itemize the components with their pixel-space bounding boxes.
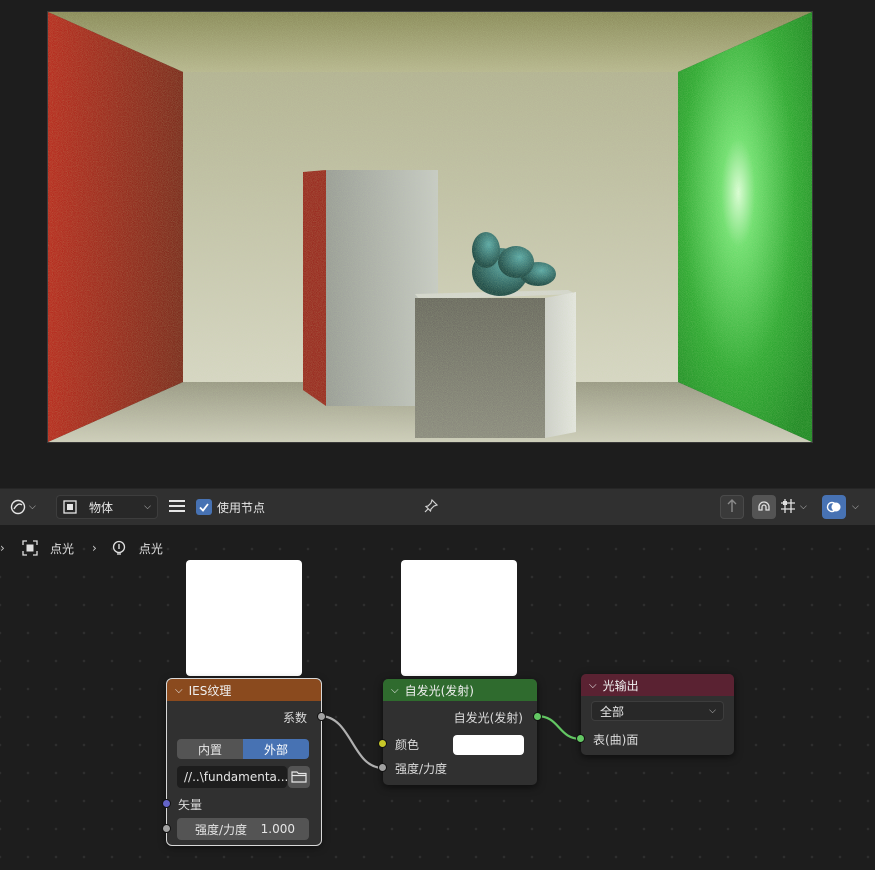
emission-strength-input-socket[interactable] xyxy=(378,763,387,772)
ies-factor-output-socket[interactable] xyxy=(317,712,326,721)
emission-color-label: 颜色 xyxy=(395,737,420,752)
emission-color-input-socket[interactable] xyxy=(378,739,387,748)
folder-icon xyxy=(291,769,307,786)
emission-node-title: 自发光(发射) xyxy=(404,683,474,698)
light-output-node[interactable]: ⌵ 光输出 全部 ⌵ 表(曲)面 xyxy=(576,674,734,755)
chevron-down-icon[interactable]: ⌵ xyxy=(175,685,183,696)
ies-strength-label: 强度/力度 xyxy=(195,822,248,837)
ies-strength-field[interactable]: 强度/力度 1.000 xyxy=(177,818,309,840)
ies-texture-node[interactable]: ⌵ IES纹理 系数 内置 外部 //..\fundamenta... 矢量 强… xyxy=(162,678,326,846)
ies-node-header[interactable]: ⌵ IES纹理 xyxy=(167,679,321,701)
ies-node-title: IES纹理 xyxy=(188,683,232,698)
emission-node[interactable]: ⌵ 自发光(发射) 自发光(发射) 颜色 强度/力度 xyxy=(378,679,542,785)
ies-mode-selector: 内置 外部 xyxy=(177,739,309,759)
file-browse-button[interactable] xyxy=(288,766,310,788)
light-output-surface-input-socket[interactable] xyxy=(576,734,585,743)
ies-mode-external-button[interactable]: 外部 xyxy=(243,739,309,759)
emission-color-swatch[interactable] xyxy=(453,735,524,755)
ies-filepath-field[interactable]: //..\fundamenta... xyxy=(177,766,287,788)
ies-vector-label: 矢量 xyxy=(178,797,203,812)
emission-node-preview xyxy=(401,560,517,676)
chevron-down-icon[interactable]: ⌵ xyxy=(391,685,399,696)
ies-strength-input-socket[interactable] xyxy=(162,824,171,833)
ies-strength-value: 1.000 xyxy=(260,822,295,836)
emission-strength-label: 强度/力度 xyxy=(395,761,448,776)
chevron-down-icon[interactable]: ⌵ xyxy=(589,680,597,691)
ies-output-factor-label: 系数 xyxy=(282,710,307,725)
light-output-target-dropdown[interactable]: 全部 ⌵ xyxy=(591,701,724,721)
light-output-target-value: 全部 xyxy=(600,704,625,719)
light-output-node-header[interactable]: ⌵ 光输出 xyxy=(581,674,734,696)
ies-node-preview xyxy=(186,560,302,676)
node-link-factor-to-strength xyxy=(319,714,384,770)
node-link-emission-to-surface xyxy=(536,714,582,741)
light-output-surface-label: 表(曲)面 xyxy=(593,732,639,747)
light-output-node-title: 光输出 xyxy=(602,678,639,693)
ies-mode-internal-button[interactable]: 内置 xyxy=(177,739,243,759)
emission-output-socket[interactable] xyxy=(533,712,542,721)
emission-node-header[interactable]: ⌵ 自发光(发射) xyxy=(383,679,537,701)
emission-output-label: 自发光(发射) xyxy=(453,710,523,725)
ies-vector-input-socket[interactable] xyxy=(162,799,171,808)
chevron-down-icon: ⌵ xyxy=(709,706,716,716)
